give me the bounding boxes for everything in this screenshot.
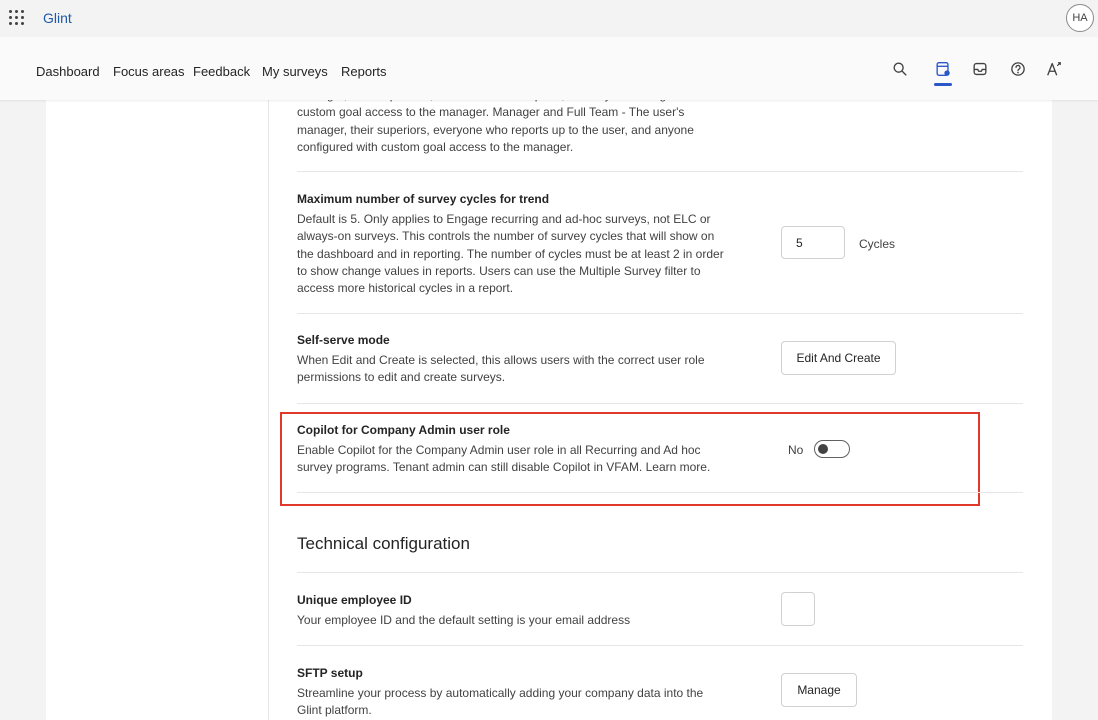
nav-item-dashboard[interactable]: Dashboard xyxy=(36,64,100,79)
nav-bar: Dashboard Focus areas Feedback My survey… xyxy=(0,37,1098,100)
column-divider xyxy=(268,100,269,720)
unique-id-description: Your employee ID and the default setting… xyxy=(297,613,631,627)
sftp-manage-button[interactable]: Manage xyxy=(781,673,857,707)
self-serve-mode-button[interactable]: Edit And Create xyxy=(781,341,896,375)
app-launcher-icon[interactable] xyxy=(8,9,24,25)
trend-cycles-title: Maximum number of survey cycles for tren… xyxy=(297,192,550,206)
nav-item-focus-areas[interactable]: Focus areas xyxy=(113,64,185,79)
nav-item-feedback[interactable]: Feedback xyxy=(193,64,250,79)
technical-configuration-heading: Technical configuration xyxy=(297,534,470,553)
sftp-title: SFTP setup xyxy=(297,666,363,680)
nav-item-reports[interactable]: Reports xyxy=(341,64,387,79)
text-size-icon[interactable] xyxy=(1044,59,1064,79)
unique-id-field[interactable] xyxy=(781,592,815,626)
section-divider xyxy=(297,403,1023,404)
sftp-description: Streamline your process by automatically… xyxy=(297,686,704,718)
self-serve-title: Self-serve mode xyxy=(297,333,390,347)
help-icon[interactable] xyxy=(1008,59,1028,79)
nav-item-my-surveys[interactable]: My surveys xyxy=(262,64,328,79)
trend-cycles-description: Default is 5. Only applies to Engage rec… xyxy=(297,212,724,296)
section-divider xyxy=(297,492,1023,493)
trend-cycles-input[interactable]: 5 xyxy=(781,226,845,259)
unique-id-title: Unique employee ID xyxy=(297,593,412,607)
active-tab-indicator xyxy=(934,83,952,86)
inbox-icon[interactable] xyxy=(970,59,990,79)
cycles-unit-label: Cycles xyxy=(859,237,896,251)
copilot-toggle[interactable] xyxy=(814,440,850,458)
section-divider xyxy=(297,645,1023,646)
copilot-description: Enable Copilot for the Company Admin use… xyxy=(297,443,711,475)
avatar[interactable]: HA xyxy=(1066,4,1094,32)
section-divider xyxy=(297,171,1023,172)
toggle-knob xyxy=(818,444,828,454)
copilot-toggle-label: No xyxy=(788,443,804,457)
survey-settings-icon[interactable] xyxy=(933,59,953,79)
section-divider xyxy=(297,313,1023,314)
copilot-title: Copilot for Company Admin user role xyxy=(297,423,510,437)
top-bar: Glint HA xyxy=(0,0,1098,37)
brand-logo[interactable]: Glint xyxy=(43,10,72,26)
section-divider xyxy=(297,572,1023,573)
search-icon[interactable] xyxy=(890,59,910,79)
self-serve-description: When Edit and Create is selected, this a… xyxy=(297,353,705,385)
